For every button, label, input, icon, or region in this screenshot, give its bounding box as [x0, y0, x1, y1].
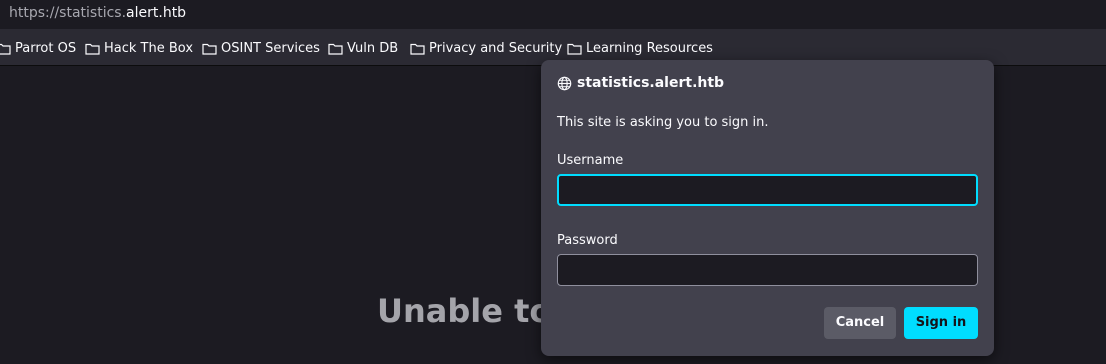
cancel-button[interactable]: Cancel: [824, 307, 896, 339]
username-field[interactable]: [557, 174, 978, 206]
bookmark-label: Parrot OS: [15, 40, 77, 56]
bookmark-label: OSINT Services: [221, 40, 320, 56]
url-host: alert.htb: [126, 5, 187, 21]
bookmark-vuln-db[interactable]: Vuln DB: [328, 39, 398, 57]
address-bar[interactable]: https://statistics.alert.htb: [0, 0, 1106, 28]
username-label: Username: [557, 153, 624, 168]
url-text[interactable]: https://statistics.alert.htb: [9, 0, 186, 26]
error-heading: Unable to: [377, 292, 552, 330]
dialog-title: statistics.alert.htb: [557, 75, 724, 91]
bookmark-label: Hack The Box: [104, 40, 194, 56]
bookmark-osint-services[interactable]: OSINT Services: [202, 39, 320, 57]
bookmark-label: Privacy and Security: [429, 40, 563, 56]
bookmark-label: Vuln DB: [347, 40, 399, 56]
dialog-message: This site is asking you to sign in.: [557, 115, 769, 130]
sign-in-button[interactable]: Sign in: [904, 307, 978, 339]
bookmark-privacy-and-security[interactable]: Privacy and Security: [410, 39, 562, 57]
url-prefix: https://statistics.: [9, 5, 127, 21]
bookmark-parrot-os[interactable]: Parrot OS: [0, 39, 76, 57]
bookmark-hack-the-box[interactable]: Hack The Box: [85, 39, 193, 57]
password-field[interactable]: [557, 254, 978, 286]
browser-window: https://statistics.alert.htb Parrot OS H…: [0, 0, 1106, 364]
folder-icon: [328, 43, 343, 55]
folder-icon: [410, 43, 425, 55]
globe-icon: [557, 76, 572, 90]
bookmark-learning-resources[interactable]: Learning Resources: [567, 39, 713, 57]
dialog-site: statistics.alert.htb: [577, 75, 725, 91]
folder-icon: [567, 43, 582, 55]
password-label: Password: [557, 233, 618, 248]
folder-icon: [0, 43, 11, 55]
folder-icon: [85, 43, 100, 55]
auth-dialog: statistics.alert.htb This site is asking…: [541, 60, 994, 356]
folder-icon: [202, 43, 217, 55]
bookmark-label: Learning Resources: [586, 40, 713, 56]
